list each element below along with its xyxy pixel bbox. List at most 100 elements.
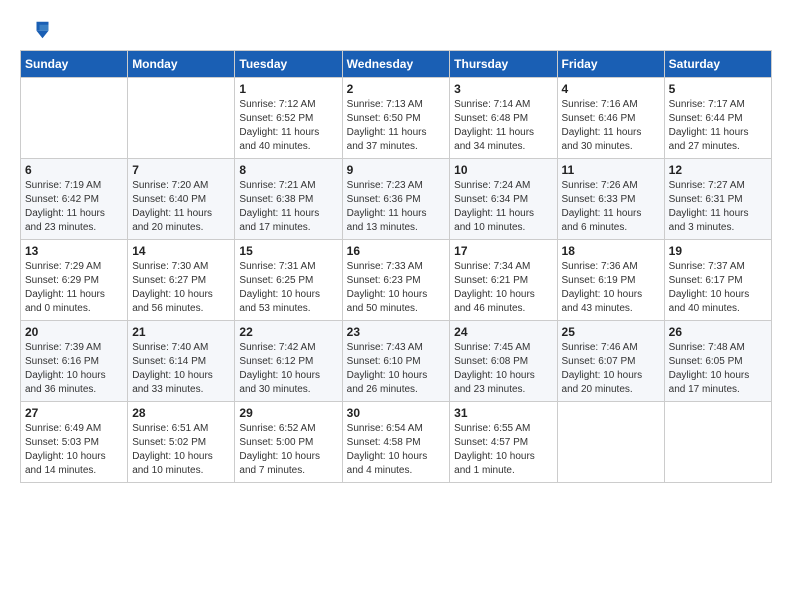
day-number: 12	[669, 163, 767, 177]
calendar-week-row: 20Sunrise: 7:39 AM Sunset: 6:16 PM Dayli…	[21, 321, 772, 402]
day-info: Sunrise: 6:55 AM Sunset: 4:57 PM Dayligh…	[454, 422, 552, 478]
day-number: 18	[562, 244, 660, 258]
calendar-cell: 19Sunrise: 7:37 AM Sunset: 6:17 PM Dayli…	[664, 240, 771, 321]
day-number: 14	[132, 244, 230, 258]
day-number: 23	[347, 325, 446, 339]
calendar-cell	[664, 402, 771, 483]
day-info: Sunrise: 7:23 AM Sunset: 6:36 PM Dayligh…	[347, 179, 446, 235]
calendar-cell: 8 Sunrise: 7:21 AM Sunset: 6:38 PM Daylig…	[235, 159, 342, 240]
day-info: Sunrise: 7:24 AM Sunset: 6:34 PM Dayligh…	[454, 179, 552, 235]
calendar-week-row: 13 Sunrise: 7:29 AM Sunset: 6:29 PM Dayli…	[21, 240, 772, 321]
day-info: Sunrise: 7:48 AM Sunset: 6:05 PM Dayligh…	[669, 341, 767, 397]
calendar-cell: 21Sunrise: 7:40 AM Sunset: 6:14 PM Dayli…	[128, 321, 235, 402]
calendar-header-monday: Monday	[128, 51, 235, 78]
calendar-cell: 2 Sunrise: 7:13 AM Sunset: 6:50 PM Daylig…	[342, 78, 450, 159]
day-number: 6	[25, 163, 123, 177]
calendar-cell: 28 Sunrise: 6:51 AM Sunset: 5:02 PM Dayli…	[128, 402, 235, 483]
day-info: Sunrise: 7:43 AM Sunset: 6:10 PM Dayligh…	[347, 341, 446, 397]
day-info: Sunrise: 7:19 AM Sunset: 6:42 PM Dayligh…	[25, 179, 123, 235]
calendar-cell: 12 Sunrise: 7:27 AM Sunset: 6:31 PM Dayli…	[664, 159, 771, 240]
calendar-table: SundayMondayTuesdayWednesdayThursdayFrid…	[20, 50, 772, 483]
day-number: 13	[25, 244, 123, 258]
calendar-cell: 31 Sunrise: 6:55 AM Sunset: 4:57 PM Dayli…	[450, 402, 557, 483]
calendar-cell: 23 Sunrise: 7:43 AM Sunset: 6:10 PM Dayli…	[342, 321, 450, 402]
day-number: 8	[239, 163, 337, 177]
day-info: Sunrise: 7:31 AM Sunset: 6:25 PM Dayligh…	[239, 260, 337, 316]
calendar-cell: 9 Sunrise: 7:23 AM Sunset: 6:36 PM Daylig…	[342, 159, 450, 240]
day-number: 9	[347, 163, 446, 177]
day-number: 19	[669, 244, 767, 258]
calendar-header-saturday: Saturday	[664, 51, 771, 78]
day-number: 22	[239, 325, 337, 339]
day-number: 26	[669, 325, 767, 339]
day-number: 3	[454, 82, 552, 96]
day-number: 21	[132, 325, 230, 339]
calendar-cell: 27Sunrise: 6:49 AM Sunset: 5:03 PM Dayli…	[21, 402, 128, 483]
calendar-cell: 1 Sunrise: 7:12 AM Sunset: 6:52 PM Daylig…	[235, 78, 342, 159]
day-number: 11	[562, 163, 660, 177]
calendar-cell: 10 Sunrise: 7:24 AM Sunset: 6:34 PM Dayli…	[450, 159, 557, 240]
day-number: 15	[239, 244, 337, 258]
day-info: Sunrise: 7:33 AM Sunset: 6:23 PM Dayligh…	[347, 260, 446, 316]
calendar-cell	[128, 78, 235, 159]
day-info: Sunrise: 7:30 AM Sunset: 6:27 PM Dayligh…	[132, 260, 230, 316]
calendar-header-tuesday: Tuesday	[235, 51, 342, 78]
day-number: 4	[562, 82, 660, 96]
calendar-cell: 22 Sunrise: 7:42 AM Sunset: 6:12 PM Dayli…	[235, 321, 342, 402]
day-info: Sunrise: 6:52 AM Sunset: 5:00 PM Dayligh…	[239, 422, 337, 478]
calendar-cell: 14 Sunrise: 7:30 AM Sunset: 6:27 PM Dayli…	[128, 240, 235, 321]
day-number: 10	[454, 163, 552, 177]
day-info: Sunrise: 6:54 AM Sunset: 4:58 PM Dayligh…	[347, 422, 446, 478]
calendar-cell: 5 Sunrise: 7:17 AM Sunset: 6:44 PM Daylig…	[664, 78, 771, 159]
day-number: 2	[347, 82, 446, 96]
calendar-cell: 18 Sunrise: 7:36 AM Sunset: 6:19 PM Dayli…	[557, 240, 664, 321]
logo	[20, 20, 54, 40]
day-number: 17	[454, 244, 552, 258]
calendar-header-row: SundayMondayTuesdayWednesdayThursdayFrid…	[21, 51, 772, 78]
day-number: 31	[454, 406, 552, 420]
calendar-header-wednesday: Wednesday	[342, 51, 450, 78]
calendar-cell: 17Sunrise: 7:34 AM Sunset: 6:21 PM Dayli…	[450, 240, 557, 321]
calendar-cell: 24Sunrise: 7:45 AM Sunset: 6:08 PM Dayli…	[450, 321, 557, 402]
logo-icon	[20, 20, 50, 40]
day-info: Sunrise: 7:29 AM Sunset: 6:29 PM Dayligh…	[25, 260, 123, 316]
day-number: 1	[239, 82, 337, 96]
day-info: Sunrise: 7:12 AM Sunset: 6:52 PM Dayligh…	[239, 98, 337, 154]
calendar-week-row: 27Sunrise: 6:49 AM Sunset: 5:03 PM Dayli…	[21, 402, 772, 483]
day-info: Sunrise: 7:46 AM Sunset: 6:07 PM Dayligh…	[562, 341, 660, 397]
day-info: Sunrise: 7:17 AM Sunset: 6:44 PM Dayligh…	[669, 98, 767, 154]
day-info: Sunrise: 7:13 AM Sunset: 6:50 PM Dayligh…	[347, 98, 446, 154]
calendar-cell: 30Sunrise: 6:54 AM Sunset: 4:58 PM Dayli…	[342, 402, 450, 483]
calendar-header-sunday: Sunday	[21, 51, 128, 78]
calendar-cell	[21, 78, 128, 159]
calendar-header-thursday: Thursday	[450, 51, 557, 78]
day-number: 7	[132, 163, 230, 177]
day-info: Sunrise: 7:36 AM Sunset: 6:19 PM Dayligh…	[562, 260, 660, 316]
day-info: Sunrise: 6:51 AM Sunset: 5:02 PM Dayligh…	[132, 422, 230, 478]
calendar-cell: 20Sunrise: 7:39 AM Sunset: 6:16 PM Dayli…	[21, 321, 128, 402]
day-info: Sunrise: 7:27 AM Sunset: 6:31 PM Dayligh…	[669, 179, 767, 235]
day-number: 29	[239, 406, 337, 420]
calendar-cell: 25Sunrise: 7:46 AM Sunset: 6:07 PM Dayli…	[557, 321, 664, 402]
day-number: 5	[669, 82, 767, 96]
calendar-cell: 3 Sunrise: 7:14 AM Sunset: 6:48 PM Daylig…	[450, 78, 557, 159]
calendar-cell: 7 Sunrise: 7:20 AM Sunset: 6:40 PM Daylig…	[128, 159, 235, 240]
day-info: Sunrise: 7:16 AM Sunset: 6:46 PM Dayligh…	[562, 98, 660, 154]
calendar-cell: 13 Sunrise: 7:29 AM Sunset: 6:29 PM Dayli…	[21, 240, 128, 321]
calendar-cell: 15 Sunrise: 7:31 AM Sunset: 6:25 PM Dayli…	[235, 240, 342, 321]
page-header	[20, 20, 772, 40]
day-info: Sunrise: 7:42 AM Sunset: 6:12 PM Dayligh…	[239, 341, 337, 397]
day-number: 28	[132, 406, 230, 420]
calendar-cell: 11 Sunrise: 7:26 AM Sunset: 6:33 PM Dayli…	[557, 159, 664, 240]
day-number: 27	[25, 406, 123, 420]
day-info: Sunrise: 7:39 AM Sunset: 6:16 PM Dayligh…	[25, 341, 123, 397]
calendar-cell: 4 Sunrise: 7:16 AM Sunset: 6:46 PM Daylig…	[557, 78, 664, 159]
calendar-cell: 29 Sunrise: 6:52 AM Sunset: 5:00 PM Dayli…	[235, 402, 342, 483]
day-info: Sunrise: 7:21 AM Sunset: 6:38 PM Dayligh…	[239, 179, 337, 235]
day-info: Sunrise: 7:14 AM Sunset: 6:48 PM Dayligh…	[454, 98, 552, 154]
day-number: 16	[347, 244, 446, 258]
calendar-cell: 6 Sunrise: 7:19 AM Sunset: 6:42 PM Daylig…	[21, 159, 128, 240]
day-info: Sunrise: 7:26 AM Sunset: 6:33 PM Dayligh…	[562, 179, 660, 235]
calendar-cell: 16 Sunrise: 7:33 AM Sunset: 6:23 PM Dayli…	[342, 240, 450, 321]
day-info: Sunrise: 7:20 AM Sunset: 6:40 PM Dayligh…	[132, 179, 230, 235]
